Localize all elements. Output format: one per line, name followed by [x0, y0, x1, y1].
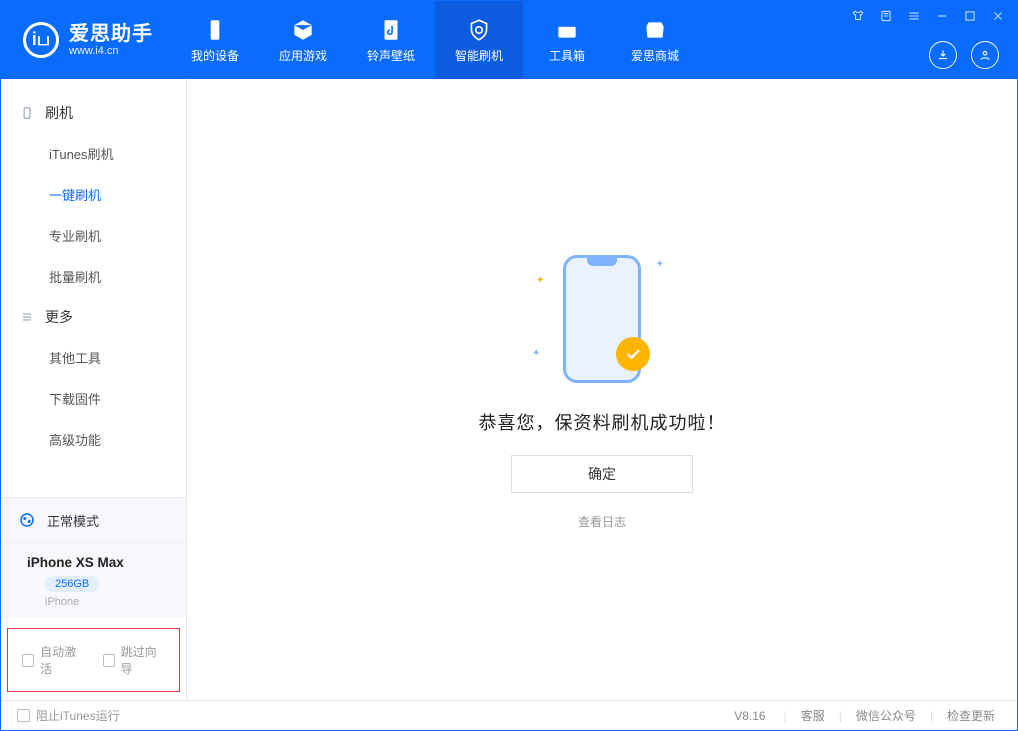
nav-label: 爱思商城: [631, 47, 679, 64]
sidebar-item-itunes-flash[interactable]: iTunes刷机: [1, 133, 186, 174]
note-icon[interactable]: [877, 7, 895, 25]
close-button[interactable]: [989, 7, 1007, 25]
nav-label: 铃声壁纸: [367, 47, 415, 64]
nav-label: 应用游戏: [279, 47, 327, 64]
sidebar-item-oneclick-flash[interactable]: 一键刷机: [1, 174, 186, 215]
device-type: iPhone: [45, 596, 170, 608]
nav-store[interactable]: 爱思商城: [611, 1, 699, 79]
store-icon: [642, 17, 668, 43]
device-icon: [202, 17, 228, 43]
refresh-shield-icon: [466, 17, 492, 43]
nav-toolbox[interactable]: 工具箱: [523, 1, 611, 79]
checkbox-block-itunes[interactable]: 阻止iTunes运行: [17, 707, 120, 724]
checkbox-auto-activate[interactable]: 自动激活: [22, 643, 85, 677]
nav-ringtone-wallpaper[interactable]: 铃声壁纸: [347, 1, 435, 79]
status-link-wechat[interactable]: 微信公众号: [850, 707, 922, 724]
nav-apps-games[interactable]: 应用游戏: [259, 1, 347, 79]
body: 刷机 iTunes刷机 一键刷机 专业刷机 批量刷机 更多 其他工具 下载固件 …: [1, 79, 1017, 700]
maximize-button[interactable]: [961, 7, 979, 25]
sidebar-item-batch-flash[interactable]: 批量刷机: [1, 256, 186, 297]
mode-label: 正常模式: [47, 511, 99, 530]
nav-smart-flash[interactable]: 智能刷机: [435, 1, 523, 79]
sidebar-item-pro-flash[interactable]: 专业刷机: [1, 215, 186, 256]
checkbox-icon: [103, 654, 115, 667]
sidebar-group-title: 刷机: [45, 103, 73, 123]
version-label: V8.16: [734, 709, 765, 723]
sidebar-group-more: 更多: [1, 297, 186, 337]
sidebar: 刷机 iTunes刷机 一键刷机 专业刷机 批量刷机 更多 其他工具 下载固件 …: [1, 79, 187, 700]
app-window: iப 爱思助手 www.i4.cn 我的设备 应用游戏 铃声壁纸 智能刷机: [0, 0, 1018, 731]
sidebar-group-flash: 刷机: [1, 93, 186, 133]
logo-letter: iப: [32, 29, 50, 52]
sidebar-group-title: 更多: [45, 307, 73, 327]
app-title: 爱思助手: [69, 23, 153, 45]
success-illustration: ✦ ✦ ✦: [502, 249, 702, 389]
sidebar-item-other-tools[interactable]: 其他工具: [1, 337, 186, 378]
sidebar-item-advanced[interactable]: 高级功能: [1, 419, 186, 460]
sparkle-icon: ✦: [656, 259, 664, 270]
app-subtitle: www.i4.cn: [69, 45, 153, 57]
nav-my-device[interactable]: 我的设备: [171, 1, 259, 79]
checkbox-label: 自动激活: [40, 643, 84, 677]
logo: iப 爱思助手 www.i4.cn: [1, 1, 171, 79]
minimize-button[interactable]: [933, 7, 951, 25]
nav-label: 智能刷机: [455, 47, 503, 64]
checkbox-icon: [17, 709, 30, 722]
ok-button[interactable]: 确定: [511, 455, 693, 493]
nav-label: 工具箱: [549, 47, 585, 64]
checkbox-label: 阻止iTunes运行: [36, 707, 120, 724]
toolbox-icon: [554, 17, 580, 43]
checkbox-skip-guide[interactable]: 跳过向导: [103, 643, 166, 677]
sidebar-item-download-firmware[interactable]: 下载固件: [1, 378, 186, 419]
nav-label: 我的设备: [191, 47, 239, 64]
window-controls: [849, 7, 1007, 25]
music-file-icon: [378, 17, 404, 43]
sparkle-icon: ✦: [532, 348, 540, 359]
status-link-update[interactable]: 检查更新: [941, 707, 1001, 724]
status-bar: 阻止iTunes运行 V8.16 | 客服 | 微信公众号 | 检查更新: [1, 700, 1017, 730]
phone-outline-icon: [19, 105, 35, 121]
checkmark-badge-icon: [616, 337, 650, 371]
cube-icon: [290, 17, 316, 43]
mode-card[interactable]: 正常模式: [1, 498, 186, 543]
sidebar-checks-highlighted: 自动激活 跳过向导: [7, 628, 180, 692]
device-storage-badge: 256GB: [45, 576, 99, 592]
device-name: iPhone XS Max: [27, 555, 124, 570]
device-card[interactable]: iPhone XS Max 256GB iPhone: [1, 543, 186, 618]
status-link-support[interactable]: 客服: [795, 707, 831, 724]
main-content: ✦ ✦ ✦ 恭喜您，保资料刷机成功啦！ 确定 查看日志: [187, 79, 1017, 700]
checkbox-icon: [22, 654, 34, 667]
logo-icon: iப: [23, 22, 59, 58]
list-icon: [19, 309, 35, 325]
sparkle-icon: ✦: [536, 275, 544, 286]
mode-icon: [17, 510, 37, 530]
success-message: 恭喜您，保资料刷机成功啦！: [479, 409, 726, 435]
user-icon[interactable]: [971, 41, 999, 69]
menu-icon[interactable]: [905, 7, 923, 25]
top-nav: 我的设备 应用游戏 铃声壁纸 智能刷机 工具箱 爱思商城: [171, 1, 699, 79]
checkbox-label: 跳过向导: [121, 643, 165, 677]
tshirt-icon[interactable]: [849, 7, 867, 25]
view-log-link[interactable]: 查看日志: [578, 513, 626, 530]
download-icon[interactable]: [929, 41, 957, 69]
